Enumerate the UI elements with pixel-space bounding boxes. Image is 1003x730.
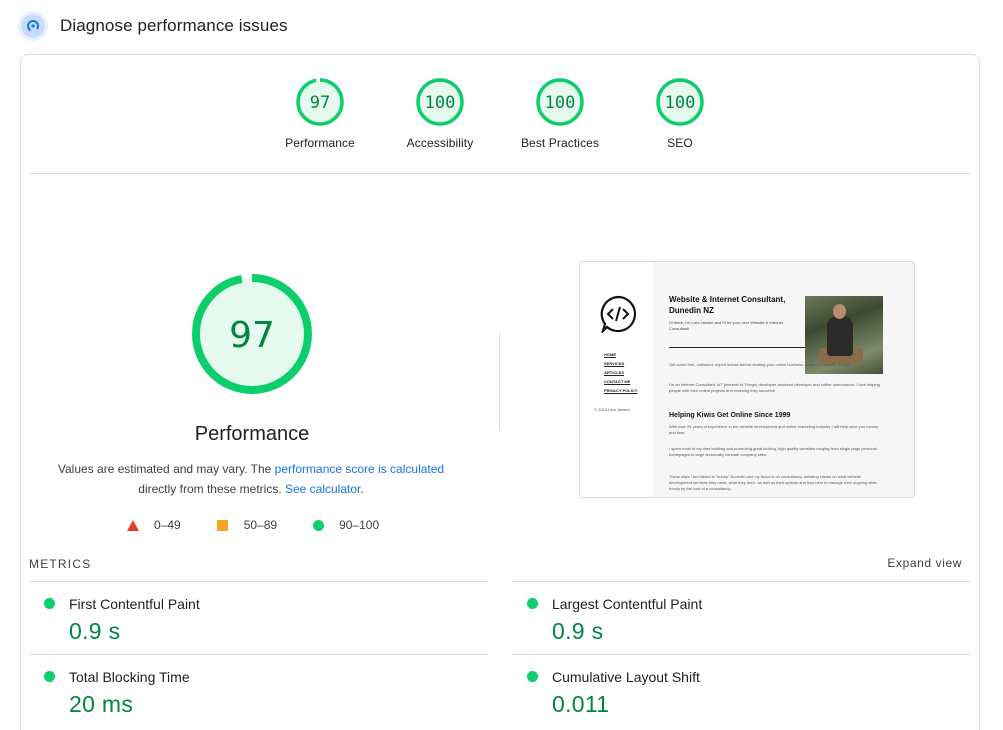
legend-average: 50–89: [216, 518, 278, 532]
legend-label: 50–89: [243, 518, 278, 532]
report-card: 97 Performance 100 Accessibility 100 Bes…: [20, 54, 980, 730]
gauge-seo[interactable]: 100 SEO: [620, 77, 740, 150]
nav-item: SERVICES: [604, 361, 625, 366]
gauge-score: 97: [310, 93, 330, 113]
metric-value: 0.9 s: [69, 618, 121, 644]
metric-value: 0.9 s: [552, 618, 604, 644]
section-title: Diagnose performance issues: [60, 16, 288, 35]
metric-value: 0.011: [552, 691, 610, 717]
circle-icon: [313, 519, 325, 531]
code-bubble-logo-icon: [600, 295, 637, 333]
screenshot-paragraph: I'm an Internet Consultant, IoT (Interne…: [669, 382, 880, 393]
performance-score-link[interactable]: performance score is calculated: [275, 462, 444, 476]
screenshot-paragraph: With over 25 years of experience in the …: [669, 424, 879, 435]
gauge-label: Performance: [285, 136, 355, 150]
metric-cumulative-layout-shift: Cumulative Layout Shift 0.011: [512, 654, 971, 727]
screenshot-paragraph: These days I am based in "sunny" Dunedin…: [669, 474, 878, 491]
screenshot-content: Website & Internet Consultant, Dunedin N…: [653, 262, 914, 497]
score-disclaimer: Values are estimated and may vary. The p…: [51, 459, 451, 499]
legend-label: 0–49: [154, 518, 181, 532]
screenshot-intro: Hi there, I'm Lars Jansen and I'll be yo…: [669, 320, 783, 331]
expand-view-button[interactable]: Expand view: [887, 556, 962, 570]
nav-item: ARTICLES: [604, 370, 624, 375]
screenshot-rule: [669, 347, 805, 348]
metric-largest-contentful-paint: Largest Contentful Paint 0.9 s: [512, 581, 971, 654]
gauge-best-practices[interactable]: 100 Best Practices: [500, 77, 620, 150]
vertical-divider: [499, 333, 500, 429]
pass-dot-icon: [44, 671, 55, 682]
nav-item: HOME: [604, 352, 616, 357]
divider: [29, 173, 971, 174]
gauge-label: Accessibility: [406, 136, 474, 150]
gauge-score: 100: [545, 93, 576, 113]
metric-name: Total Blocking Time: [69, 669, 190, 685]
gauge-ring: 97: [296, 78, 344, 126]
metric-name: Cumulative Layout Shift: [552, 669, 700, 685]
gauge-ring: 100: [416, 78, 464, 126]
nav-item: CONTACT ME: [604, 379, 631, 384]
score-legend: 0–49 50–89 90–100: [127, 518, 379, 532]
metrics-column-right: Largest Contentful Paint 0.9 s Cumulativ…: [512, 581, 971, 727]
gauge-score: 100: [665, 93, 696, 113]
pass-dot-icon: [44, 598, 55, 609]
category-gauges: 97 Performance 100 Accessibility 100 Bes…: [21, 77, 981, 167]
gauge-score: 100: [425, 93, 456, 113]
pass-dot-icon: [527, 598, 538, 609]
screenshot-sidebar: HOME SERVICES ARTICLES CONTACT ME PRIVAC…: [580, 262, 653, 497]
metric-name: Largest Contentful Paint: [552, 596, 703, 612]
metric-value: 20 ms: [69, 691, 134, 717]
metric-first-contentful-paint: First Contentful Paint 0.9 s: [29, 581, 488, 654]
screenshot-nav: HOME SERVICES ARTICLES CONTACT ME PRIVAC…: [604, 350, 637, 395]
screenshot-heading: Website & Internet Consultant, Dunedin N…: [669, 295, 786, 315]
section-header: Diagnose performance issues: [18, 10, 288, 42]
gauge-ring: 97: [192, 274, 312, 394]
metric-name: First Contentful Paint: [69, 596, 200, 612]
see-calculator-link[interactable]: See calculator: [285, 482, 360, 496]
gauge-label: SEO: [667, 136, 693, 150]
screenshot-paragraph: I spent most of my time building and pro…: [669, 446, 877, 457]
disclaimer-text: directly from these metrics.: [138, 482, 285, 496]
triangle-icon: [127, 519, 139, 531]
nav-item: PRIVACY POLICY: [604, 388, 638, 393]
screenshot-copyright: © 2024 Lars Jansen: [594, 407, 630, 412]
pagespeed-gauge-icon: [18, 11, 48, 41]
gauge-label: Best Practices: [520, 136, 600, 150]
legend-label: 90–100: [339, 518, 380, 532]
gauge-score: 97: [229, 315, 275, 356]
pass-dot-icon: [527, 671, 538, 682]
legend-fail: 0–49: [127, 518, 181, 532]
screenshot-paragraph: Get some free, unbiased, expert advice b…: [669, 362, 852, 367]
metric-total-blocking-time: Total Blocking Time 20 ms: [29, 654, 488, 727]
performance-gauge-large: 97: [191, 273, 313, 395]
screenshot-subheading: Helping Kiwis Get Online Since 1999: [669, 412, 791, 419]
metrics-column-left: First Contentful Paint 0.9 s Total Block…: [29, 581, 488, 727]
gauge-ring: 100: [656, 78, 704, 126]
gauge-ring: 100: [536, 78, 584, 126]
metrics-heading: METRICS: [29, 557, 92, 571]
disclaimer-text: Values are estimated and may vary. The: [57, 462, 275, 476]
final-screenshot[interactable]: HOME SERVICES ARTICLES CONTACT ME PRIVAC…: [579, 261, 915, 498]
gauge-accessibility[interactable]: 100 Accessibility: [380, 77, 500, 150]
legend-pass: 90–100: [313, 518, 379, 532]
gauge-performance[interactable]: 97 Performance: [260, 77, 380, 150]
square-icon: [216, 519, 228, 531]
performance-title: Performance: [194, 423, 310, 445]
disclaimer-text: .: [360, 482, 364, 496]
